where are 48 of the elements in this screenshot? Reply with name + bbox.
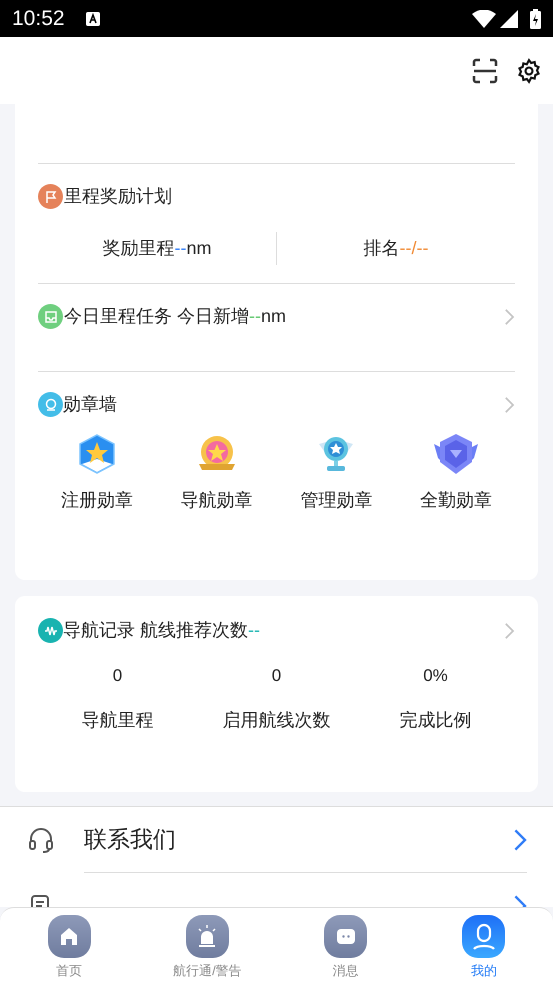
wave-icon xyxy=(38,618,63,643)
star-medal-icon xyxy=(77,434,117,474)
headset-icon xyxy=(28,826,54,854)
stat-text: 奖励里程--nm xyxy=(102,237,212,260)
keyboard-notification-icon xyxy=(84,10,101,26)
medal-label: 注册勋章 xyxy=(61,489,133,512)
profile-icon xyxy=(462,915,506,958)
alarm-icon xyxy=(186,915,229,958)
tab[interactable]: 我的 xyxy=(414,908,553,984)
section-title: 里程奖励计划 xyxy=(64,185,172,208)
tab[interactable]: 消息 xyxy=(276,908,415,984)
daily-task-row[interactable]: 今日里程任务 今日新增--nm xyxy=(38,304,515,329)
stat-label: 导航里程 xyxy=(82,708,154,732)
medal-label: 全勤勋章 xyxy=(420,489,492,512)
medal-label: 导航勋章 xyxy=(180,489,253,512)
stat-text: 排名--/-- xyxy=(364,237,428,260)
flag-icon xyxy=(38,184,63,209)
settings-icon xyxy=(516,58,542,84)
message-icon xyxy=(324,915,368,958)
tab[interactable]: 航行通/警告 xyxy=(138,908,276,984)
stat-label: 启用航线次数 xyxy=(222,708,330,732)
scan-icon xyxy=(472,58,498,84)
tab[interactable]: 首页 xyxy=(0,908,138,984)
home-icon xyxy=(48,915,91,958)
shield-medal-icon xyxy=(432,432,480,476)
stat-label: 完成比例 xyxy=(400,708,472,732)
section-title: 导航记录 航线推荐次数-- xyxy=(63,619,260,642)
status-time: 10:52 xyxy=(12,6,65,32)
battery-icon xyxy=(530,8,541,28)
medal-label: 管理勋章 xyxy=(300,489,372,512)
signal-icon xyxy=(500,10,518,28)
stat-value: 0 xyxy=(112,665,122,687)
inbox-icon xyxy=(38,304,63,329)
stat-value: 0% xyxy=(423,665,448,687)
medal-item[interactable]: 管理勋章 xyxy=(277,431,396,514)
section-title: 今日里程任务 今日新增--nm xyxy=(64,305,286,328)
nav-record-row[interactable]: 导航记录 航线推荐次数-- xyxy=(38,618,515,643)
settings-button[interactable] xyxy=(516,58,542,84)
badge-icon xyxy=(38,392,63,417)
medal-item[interactable]: 全勤勋章 xyxy=(396,431,515,514)
scan-button[interactable] xyxy=(472,58,498,84)
medal-item[interactable]: 注册勋章 xyxy=(38,431,156,514)
menu-label: 联系我们 xyxy=(84,825,176,854)
stat-value: 0 xyxy=(272,665,282,687)
wifi-icon xyxy=(472,10,496,28)
medal-item[interactable]: 导航勋章 xyxy=(158,431,276,514)
section-title: 勋章墙 xyxy=(63,393,117,416)
medal-wall-row[interactable]: 勋章墙 xyxy=(38,392,515,417)
